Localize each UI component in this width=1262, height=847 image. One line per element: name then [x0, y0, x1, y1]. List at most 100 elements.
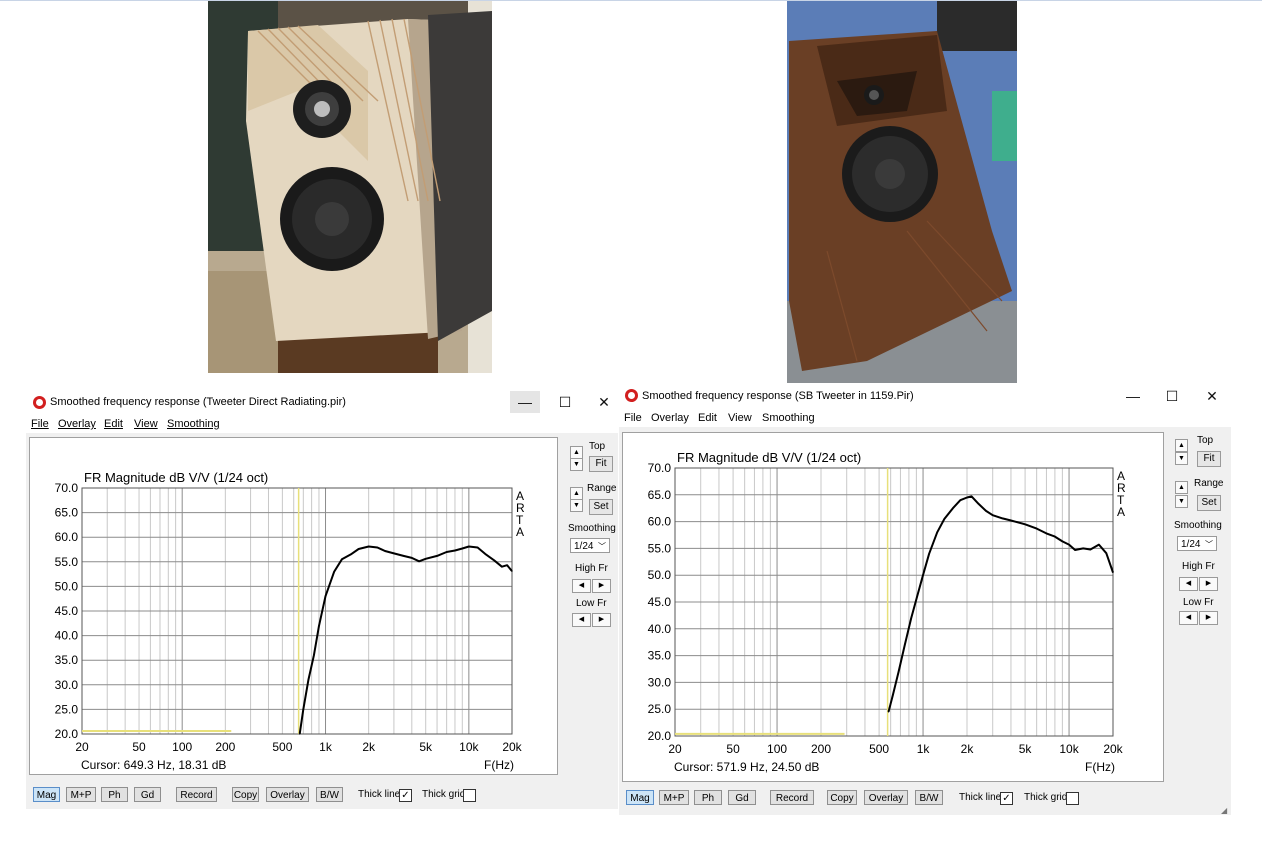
thick-line-checkbox[interactable]: ✓ — [399, 789, 412, 802]
y-tick-label: 30.0 — [648, 675, 672, 689]
menu-edit[interactable]: Edit — [104, 418, 123, 430]
close-button[interactable]: ✕ — [589, 391, 619, 413]
range-down-arrow-icon[interactable]: ▼ — [1175, 495, 1188, 508]
y-tick-label: 50.0 — [55, 579, 79, 593]
copy-button[interactable]: Copy — [232, 787, 259, 802]
smoothing-select[interactable]: 1/24 ﹀ — [1177, 536, 1217, 551]
fit-button[interactable]: Fit — [1197, 451, 1221, 467]
record-button[interactable]: Record — [176, 787, 217, 802]
maximize-button[interactable]: ☐ — [1157, 385, 1187, 407]
gd-button[interactable]: Gd — [134, 787, 161, 802]
speaker-photo-walnut — [787, 1, 1017, 383]
thick-grid-checkbox[interactable] — [463, 789, 476, 802]
data-point — [952, 507, 954, 509]
arta-app-icon — [33, 396, 46, 409]
x-tick-label: 5k — [1019, 742, 1033, 756]
mp-button[interactable]: M+P — [66, 787, 96, 802]
data-point — [299, 733, 301, 735]
x-tick-label: 10k — [459, 740, 479, 754]
menu-bar: File Overlay Edit View Smoothing — [619, 409, 1231, 427]
high-fr-right-arrow-icon[interactable]: ▶ — [592, 579, 611, 593]
x-tick-label: 5k — [419, 740, 433, 754]
high-fr-left-arrow-icon[interactable]: ◀ — [572, 579, 591, 593]
data-point — [1061, 540, 1063, 543]
minimize-button[interactable]: — — [1118, 385, 1148, 407]
set-button[interactable]: Set — [1197, 495, 1221, 511]
ph-button[interactable]: Ph — [694, 790, 722, 805]
range-up-arrow-icon[interactable]: ▲ — [1175, 481, 1188, 494]
range-label: Range — [1194, 478, 1224, 489]
minimize-button[interactable]: — — [510, 391, 540, 413]
smoothing-label: Smoothing — [1174, 520, 1222, 531]
range-down-arrow-icon[interactable]: ▼ — [570, 499, 583, 512]
data-point — [959, 499, 961, 501]
menu-smoothing[interactable]: Smoothing — [762, 412, 815, 424]
resize-grip-icon[interactable]: ◢ — [1221, 806, 1229, 815]
bottom-toolbar: Mag M+P Ph Gd Record Copy Overlay B/W Th… — [26, 785, 618, 805]
data-point — [357, 548, 360, 550]
gd-button[interactable]: Gd — [728, 790, 756, 805]
data-point — [454, 549, 456, 552]
bw-button[interactable]: B/W — [915, 790, 943, 805]
x-tick-label: 200 — [215, 740, 235, 754]
mag-button[interactable]: Mag — [33, 787, 60, 802]
data-point — [1112, 571, 1114, 574]
low-fr-right-arrow-icon[interactable]: ▶ — [1199, 611, 1218, 625]
data-point — [985, 510, 987, 512]
low-fr-left-arrow-icon[interactable]: ◀ — [1179, 611, 1198, 625]
smoothing-value: 1/24 — [574, 541, 594, 552]
top-down-arrow-icon[interactable]: ▼ — [570, 458, 583, 471]
mag-button[interactable]: Mag — [626, 790, 654, 805]
menu-file[interactable]: File — [624, 412, 642, 424]
top-down-arrow-icon[interactable]: ▼ — [1175, 452, 1188, 465]
data-point — [1001, 517, 1004, 519]
maximize-button[interactable]: ☐ — [550, 391, 580, 413]
frequency-response-curve — [887, 495, 1114, 713]
y-tick-label: 70.0 — [55, 481, 79, 495]
mp-button[interactable]: M+P — [659, 790, 689, 805]
data-point — [977, 503, 980, 505]
menu-edit[interactable]: Edit — [698, 412, 717, 424]
thick-line-checkbox[interactable]: ✓ — [1000, 792, 1013, 805]
window-titlebar[interactable]: Smoothed frequency response (Tweeter Dir… — [26, 389, 618, 415]
record-button[interactable]: Record — [770, 790, 814, 805]
low-fr-left-arrow-icon[interactable]: ◀ — [572, 613, 591, 627]
top-up-arrow-icon[interactable]: ▲ — [1175, 439, 1188, 452]
side-controls: ▲ ▼ Top Fit ▲ ▼ Range Set Smoothing 1/24… — [1172, 433, 1230, 633]
copy-button[interactable]: Copy — [827, 790, 857, 805]
smoothing-select[interactable]: 1/24 ﹀ — [570, 538, 610, 553]
overlay-button[interactable]: Overlay — [864, 790, 908, 805]
y-tick-label: 20.0 — [648, 729, 672, 743]
menu-smoothing[interactable]: Smoothing — [167, 418, 220, 430]
high-fr-right-arrow-icon[interactable]: ▶ — [1199, 577, 1218, 591]
window-titlebar[interactable]: Smoothed frequency response (SB Tweeter … — [619, 383, 1231, 409]
cursor-readout: Cursor: 649.3 Hz, 18.31 dB — [81, 758, 226, 772]
arta-letter: A — [516, 525, 524, 539]
data-point — [970, 495, 973, 498]
menu-view[interactable]: View — [134, 418, 158, 430]
data-point — [436, 555, 438, 557]
bw-button[interactable]: B/W — [316, 787, 343, 802]
data-point — [318, 625, 320, 627]
overlay-button[interactable]: Overlay — [266, 787, 309, 802]
x-tick-label: 2k — [362, 740, 376, 754]
thick-grid-checkbox[interactable] — [1066, 792, 1079, 805]
plot-panel[interactable]: 70.0 65.0 60.0 55.0 50.0 45.0 40.0 35.0 30.0 25.0… — [29, 437, 558, 775]
menu-file[interactable]: File — [31, 418, 49, 430]
data-point — [333, 571, 335, 573]
menu-overlay[interactable]: Overlay — [651, 412, 689, 424]
menu-overlay[interactable]: Overlay — [58, 418, 96, 430]
ph-button[interactable]: Ph — [101, 787, 128, 802]
low-fr-right-arrow-icon[interactable]: ▶ — [592, 613, 611, 627]
close-button[interactable]: ✕ — [1197, 385, 1227, 407]
plot-panel[interactable]: 70.0 65.0 60.0 55.0 50.0 45.0 40.0 35.0 30.0 25.0… — [622, 432, 1164, 782]
set-button[interactable]: Set — [589, 499, 613, 515]
bottom-toolbar: Mag M+P Ph Gd Record Copy Overlay B/W Th… — [619, 788, 1231, 810]
menu-view[interactable]: View — [728, 412, 752, 424]
fit-button[interactable]: Fit — [589, 456, 613, 472]
high-fr-left-arrow-icon[interactable]: ◀ — [1179, 577, 1198, 591]
window-title: Smoothed frequency response (Tweeter Dir… — [50, 396, 346, 408]
data-point — [1105, 552, 1107, 554]
frequency-response-chart[interactable]: 70.0 65.0 60.0 55.0 50.0 45.0 40.0 35.0 30.0 25.0… — [30, 438, 557, 774]
frequency-response-chart[interactable]: 70.0 65.0 60.0 55.0 50.0 45.0 40.0 35.0 30.0 25.0… — [623, 433, 1163, 781]
